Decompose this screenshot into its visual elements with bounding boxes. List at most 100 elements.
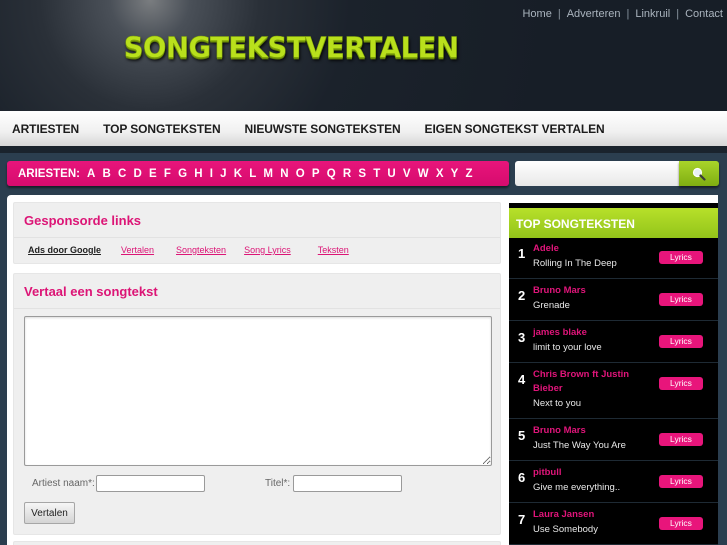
lyrics-button[interactable]: Lyrics [659, 251, 703, 264]
page-edge [718, 195, 727, 545]
rank-number: 1 [518, 246, 526, 261]
letter-r[interactable]: R [343, 168, 351, 180]
lyrics-button[interactable]: Lyrics [659, 377, 703, 390]
letter-s[interactable]: S [358, 168, 366, 180]
magnifier-icon [692, 167, 706, 181]
top-list-item: 4 Chris Brown ft Justin Bieber Next to you… [509, 364, 718, 419]
letter-t[interactable]: T [373, 168, 380, 180]
letter-h[interactable]: H [194, 168, 202, 180]
search-button[interactable] [679, 161, 719, 186]
song-title: Grenade [533, 300, 570, 311]
artist-link[interactable]: Adele [533, 242, 643, 256]
letter-u[interactable]: U [387, 168, 395, 180]
lyrics-button[interactable]: Lyrics [659, 293, 703, 306]
letter-y[interactable]: Y [451, 168, 459, 180]
song-title: limit to your love [533, 342, 602, 353]
top-list-item: 5 Bruno Mars Just The Way You Are Lyrics [509, 420, 718, 461]
artist-link[interactable]: Bruno Mars [533, 284, 643, 298]
artist-link[interactable]: Laura Jansen [533, 508, 643, 522]
artist-link[interactable]: Chris Brown ft Justin Bieber [533, 368, 643, 396]
letter-l[interactable]: L [249, 168, 256, 180]
letter-j[interactable]: J [220, 168, 226, 180]
alphabet-label: ARIESTEN: [18, 167, 80, 180]
ads-by-google[interactable]: Ads door Google [28, 245, 101, 255]
letter-o[interactable]: O [296, 168, 305, 180]
letter-n[interactable]: N [280, 168, 288, 180]
title-label: Titel*: [265, 478, 291, 489]
top-link-contact[interactable]: Contact [685, 8, 723, 20]
sponsored-links-box: Gesponsorde links Ads door Google Vertal… [13, 202, 501, 264]
search-input[interactable] [515, 161, 679, 186]
nav-eigen-songtekst-vertalen[interactable]: EIGEN SONGTEKST VERTALEN [425, 122, 605, 136]
top-link-linkruil[interactable]: Linkruil [635, 8, 670, 20]
ad-link-songteksten[interactable]: Songteksten [176, 245, 226, 255]
lyrics-button[interactable]: Lyrics [659, 517, 703, 530]
artist-link[interactable]: Bruno Mars [533, 424, 643, 438]
letter-c[interactable]: C [118, 168, 126, 180]
artist-name-field[interactable] [96, 475, 205, 492]
top-list-item: 1 Adele Rolling In The Deep Lyrics [509, 238, 718, 279]
letter-w[interactable]: W [418, 168, 429, 180]
letter-a[interactable]: A [87, 168, 95, 180]
sidebar-title: TOP SONGTEKSTEN [509, 208, 718, 238]
letter-e[interactable]: E [149, 168, 157, 180]
title-field[interactable] [293, 475, 402, 492]
letter-q[interactable]: Q [327, 168, 336, 180]
letter-p[interactable]: P [312, 168, 320, 180]
lyrics-button[interactable]: Lyrics [659, 475, 703, 488]
artist-link[interactable]: james blake [533, 326, 643, 340]
letter-z[interactable]: Z [466, 168, 473, 180]
song-title: Next to you [533, 398, 582, 409]
letter-b[interactable]: B [102, 168, 110, 180]
ad-links: Ads door Google Vertalen Songteksten Son… [14, 238, 500, 262]
top-links: Home | Adverteren | Linkruil | Contact [522, 8, 723, 20]
next-box [13, 541, 501, 545]
artist-name-label: Artiest naam*: [32, 478, 95, 489]
nav-nieuwste-songteksten[interactable]: NIEUWSTE SONGTEKSTEN [245, 122, 401, 136]
letter-x[interactable]: X [436, 168, 444, 180]
top-list-item: 7 Laura Jansen Use Somebody Lyrics [509, 504, 718, 545]
nav-top-songteksten[interactable]: TOP SONGTEKSTEN [103, 122, 221, 136]
top-link-adverteren[interactable]: Adverteren [567, 8, 621, 20]
nav-artiesten[interactable]: ARTIESTEN [12, 122, 79, 136]
top-list-item: 3 james blake limit to your love Lyrics [509, 322, 718, 363]
rank-number: 6 [518, 470, 526, 485]
site-header: Home | Adverteren | Linkruil | Contact S… [0, 0, 727, 111]
song-title: Use Somebody [533, 524, 598, 535]
top-list-item: 2 Bruno Mars Grenade Lyrics [509, 280, 718, 321]
letter-i[interactable]: I [210, 168, 213, 180]
main-nav: ARTIESTEN TOP SONGTEKSTEN NIEUWSTE SONGT… [0, 111, 727, 147]
rank-number: 7 [518, 512, 526, 527]
letter-v[interactable]: V [403, 168, 411, 180]
translate-title: Vertaal een songtekst [14, 274, 500, 309]
letter-f[interactable]: F [164, 168, 171, 180]
letter-d[interactable]: D [133, 168, 141, 180]
rank-number: 2 [518, 288, 526, 303]
lyrics-button[interactable]: Lyrics [659, 433, 703, 446]
artist-link[interactable]: pitbull [533, 466, 643, 480]
song-title: Give me everything.. [533, 482, 621, 493]
top-songteksten-sidebar: TOP SONGTEKSTEN 1 Adele Rolling In The Dee… [509, 203, 718, 545]
ad-link-vertalen[interactable]: Vertalen [121, 245, 154, 255]
letter-k[interactable]: K [234, 168, 242, 180]
letter-g[interactable]: G [178, 168, 187, 180]
rank-number: 4 [518, 372, 526, 387]
alphabet-bar: ARIESTEN: ABCDEFGHIJKLMNOPQRSTUVWXYZ [7, 161, 509, 186]
lyrics-button[interactable]: Lyrics [659, 335, 703, 348]
lyrics-textarea[interactable] [24, 316, 492, 466]
ad-link-song-lyrics[interactable]: Song Lyrics [244, 245, 291, 255]
top-link-home[interactable]: Home [522, 8, 551, 20]
sponsored-title: Gesponsorde links [14, 203, 500, 238]
separator: | [676, 8, 680, 20]
song-title: Rolling In The Deep [533, 258, 617, 269]
rank-number: 3 [518, 330, 526, 345]
separator: | [557, 8, 561, 20]
rank-number: 5 [518, 428, 526, 443]
nav-shadow [0, 147, 727, 153]
ad-link-teksten[interactable]: Teksten [318, 245, 349, 255]
site-logo[interactable]: Songtekstvertalen [123, 32, 459, 65]
letter-m[interactable]: M [263, 168, 273, 180]
separator: | [626, 8, 630, 20]
top-list-item: 6 pitbull Give me everything.. Lyrics [509, 462, 718, 503]
translate-submit-button[interactable]: Vertalen [24, 502, 75, 524]
